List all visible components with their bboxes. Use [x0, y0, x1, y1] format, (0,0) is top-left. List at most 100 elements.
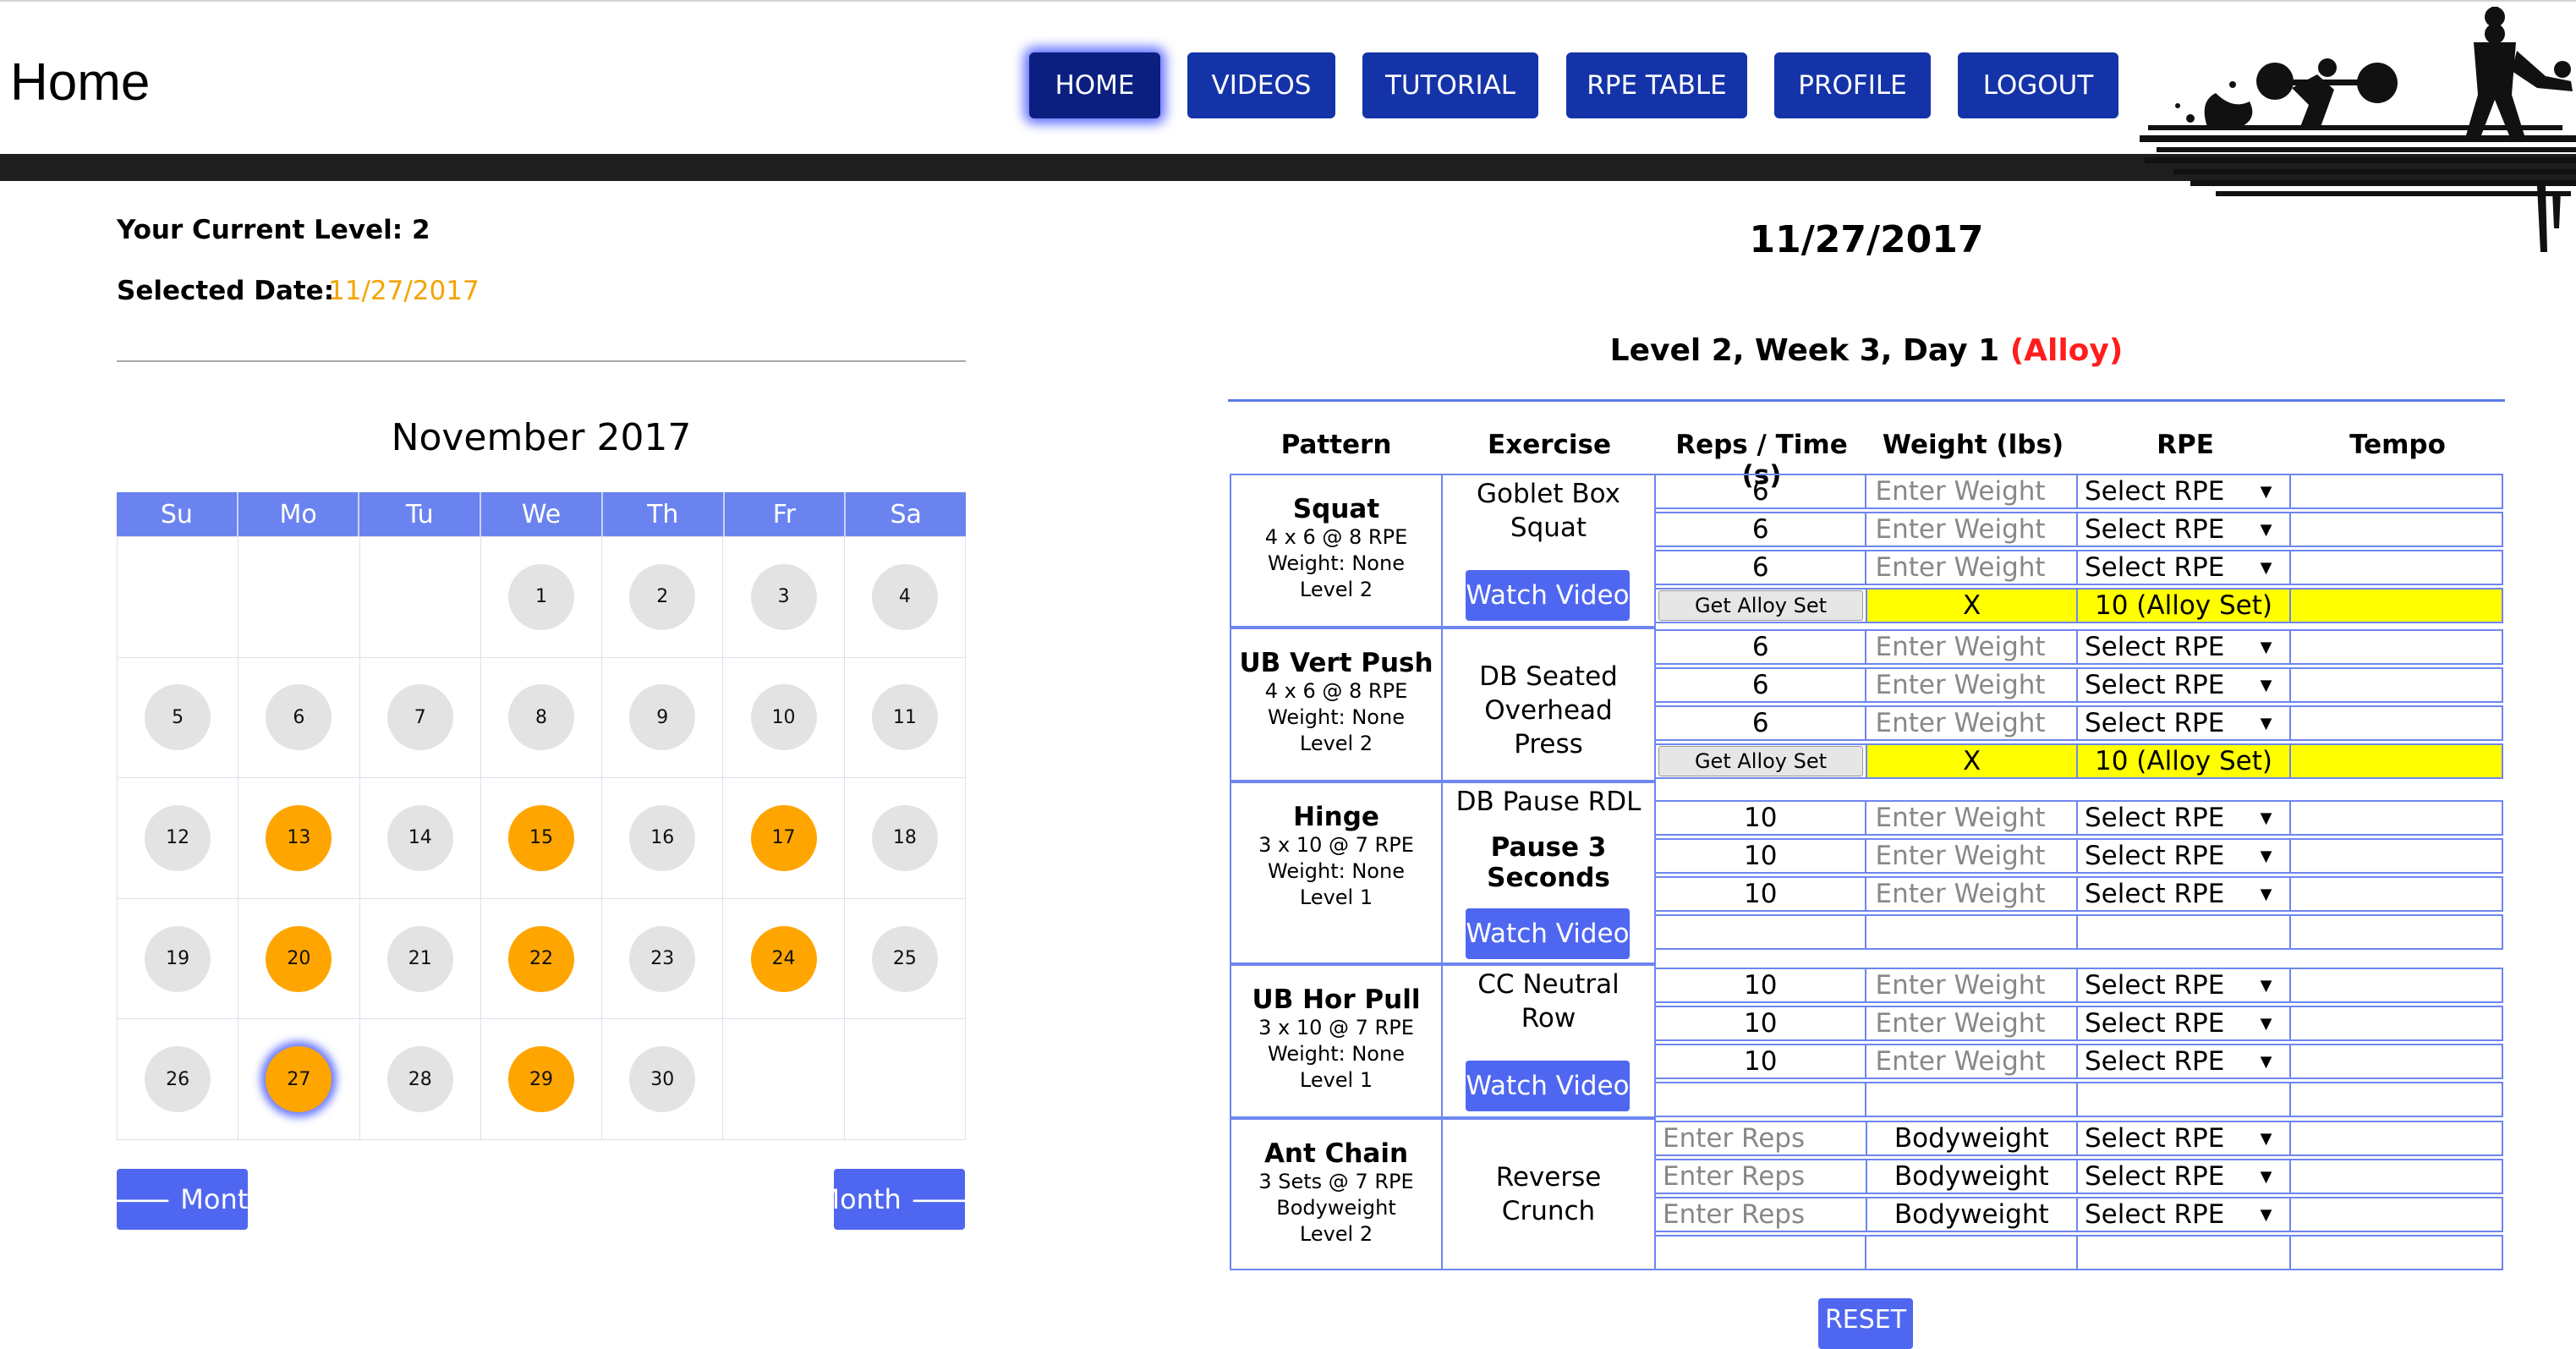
calendar-cell[interactable]: 13	[238, 778, 360, 899]
calendar-cell[interactable]: 1	[480, 537, 603, 658]
calendar-day[interactable]: 27	[266, 1046, 332, 1113]
weight-input[interactable]: Enter Weight	[1866, 551, 2078, 584]
reset-button[interactable]: RESET	[1818, 1298, 1913, 1349]
calendar-day[interactable]: 14	[386, 804, 453, 871]
weight-input[interactable]: Enter Weight	[1866, 1045, 2078, 1078]
rpe-select[interactable]: Select RPE ▼	[2078, 669, 2291, 701]
rpe-select[interactable]: Select RPE ▼	[2078, 551, 2291, 584]
calendar-cell[interactable]: 12	[118, 778, 239, 899]
rpe-select[interactable]: Select RPE ▼	[2078, 1122, 2291, 1154]
tempo-input[interactable]	[2291, 475, 2502, 507]
prev-month-button[interactable]: 🡐 Month	[99, 1169, 266, 1230]
tempo-input[interactable]	[2291, 802, 2502, 834]
calendar-day[interactable]: 16	[629, 804, 696, 871]
calendar-day[interactable]: 21	[386, 925, 453, 992]
calendar-day[interactable]: 10	[750, 684, 817, 751]
tempo-input[interactable]	[2291, 840, 2502, 872]
watch-video-button[interactable]: Watch Video	[1466, 908, 1630, 959]
weight-input[interactable]: Enter Weight	[1866, 513, 2078, 546]
calendar-day[interactable]: 11	[871, 684, 938, 751]
rpe-select[interactable]: Select RPE ▼	[2078, 631, 2291, 663]
calendar-day[interactable]: 6	[266, 684, 332, 751]
nav-rpe-table-button[interactable]: RPE TABLE	[1566, 52, 1747, 118]
rpe-select[interactable]: Select RPE ▼	[2078, 707, 2291, 739]
calendar-cell[interactable]: 22	[480, 898, 603, 1020]
calendar-day[interactable]: 26	[145, 1046, 211, 1113]
calendar-cell[interactable]: 9	[602, 657, 724, 779]
calendar-cell[interactable]: 25	[844, 898, 966, 1020]
rpe-select[interactable]: Select RPE ▼	[2078, 969, 2291, 1001]
calendar-day[interactable]: 30	[629, 1046, 696, 1113]
calendar-cell[interactable]: 15	[480, 778, 603, 899]
calendar-cell[interactable]: 14	[359, 778, 481, 899]
calendar-day[interactable]: 2	[629, 563, 696, 630]
get-alloy-set-button[interactable]: Get Alloy Set	[1658, 746, 1863, 776]
calendar-cell[interactable]: 5	[118, 657, 239, 779]
rpe-select[interactable]: Select RPE ▼	[2078, 1045, 2291, 1078]
rpe-select[interactable]: Select RPE ▼	[2078, 513, 2291, 546]
calendar-cell[interactable]: 27	[238, 1019, 360, 1140]
tempo-input[interactable]	[2291, 669, 2502, 701]
calendar-day[interactable]: 12	[145, 804, 211, 871]
calendar-cell[interactable]: 18	[844, 778, 966, 899]
weight-input[interactable]: Enter Weight	[1866, 1007, 2078, 1039]
calendar-day[interactable]: 17	[750, 804, 817, 871]
weight-input[interactable]: Enter Weight	[1866, 840, 2078, 872]
calendar-day[interactable]: 19	[145, 925, 211, 992]
tempo-input[interactable]	[2291, 1122, 2502, 1154]
calendar-day[interactable]: 25	[871, 925, 938, 992]
weight-input[interactable]: Enter Weight	[1866, 475, 2078, 507]
calendar-day[interactable]: 4	[871, 563, 938, 630]
tempo-input[interactable]	[2291, 1007, 2502, 1039]
calendar-cell[interactable]: 3	[723, 537, 845, 658]
nav-tutorial-button[interactable]: TUTORIAL	[1362, 52, 1538, 118]
tempo-input[interactable]	[2291, 551, 2502, 584]
calendar-cell[interactable]: 28	[359, 1019, 481, 1140]
watch-video-button[interactable]: Watch Video	[1466, 570, 1630, 621]
calendar-day[interactable]: 28	[386, 1046, 453, 1113]
tempo-input[interactable]	[2291, 631, 2502, 663]
calendar-cell[interactable]: 4	[844, 537, 966, 658]
calendar-day[interactable]: 22	[507, 925, 574, 992]
calendar-day[interactable]: 9	[629, 684, 696, 751]
weight-input[interactable]: Enter Weight	[1866, 707, 2078, 739]
weight-input[interactable]: Enter Weight	[1866, 969, 2078, 1001]
tempo-input[interactable]	[2291, 513, 2502, 546]
rpe-select[interactable]: Select RPE ▼	[2078, 1160, 2291, 1193]
calendar-cell[interactable]: 30	[602, 1019, 724, 1140]
calendar-cell[interactable]: 10	[723, 657, 845, 779]
nav-logout-button[interactable]: LOGOUT	[1958, 52, 2118, 118]
rpe-select[interactable]: Select RPE ▼	[2078, 802, 2291, 834]
calendar-cell[interactable]: 2	[602, 537, 724, 658]
tempo-input[interactable]	[2291, 969, 2502, 1001]
tempo-input[interactable]	[2291, 878, 2502, 910]
calendar-cell[interactable]: 26	[118, 1019, 239, 1140]
calendar-cell[interactable]: 19	[118, 898, 239, 1020]
calendar-day[interactable]: 18	[871, 804, 938, 871]
calendar-day[interactable]: 13	[266, 804, 332, 871]
calendar-day[interactable]: 29	[507, 1046, 574, 1113]
calendar-cell[interactable]: 17	[723, 778, 845, 899]
weight-input[interactable]: Enter Weight	[1866, 802, 2078, 834]
weight-input[interactable]: Enter Weight	[1866, 669, 2078, 701]
nav-videos-button[interactable]: VIDEOS	[1187, 52, 1335, 118]
weight-input[interactable]: Enter Weight	[1866, 878, 2078, 910]
tempo-input[interactable]	[2291, 1160, 2502, 1193]
rpe-select[interactable]: Select RPE ▼	[2078, 1198, 2291, 1231]
calendar-cell[interactable]: 16	[602, 778, 724, 899]
nav-home-button[interactable]: HOME	[1029, 52, 1160, 118]
tempo-input[interactable]	[2291, 1045, 2502, 1078]
rpe-select[interactable]: Select RPE ▼	[2078, 840, 2291, 872]
calendar-cell[interactable]: 11	[844, 657, 966, 779]
calendar-cell[interactable]: 8	[480, 657, 603, 779]
calendar-cell[interactable]: 23	[602, 898, 724, 1020]
rpe-select[interactable]: Select RPE ▼	[2078, 1007, 2291, 1039]
rpe-select[interactable]: Select RPE ▼	[2078, 475, 2291, 507]
calendar-cell[interactable]: 24	[723, 898, 845, 1020]
nav-profile-button[interactable]: PROFILE	[1774, 52, 1931, 118]
calendar-day[interactable]: 1	[507, 563, 574, 630]
calendar-cell[interactable]: 6	[238, 657, 360, 779]
calendar-day[interactable]: 20	[266, 925, 332, 992]
watch-video-button[interactable]: Watch Video	[1466, 1061, 1630, 1111]
calendar-cell[interactable]: 20	[238, 898, 360, 1020]
